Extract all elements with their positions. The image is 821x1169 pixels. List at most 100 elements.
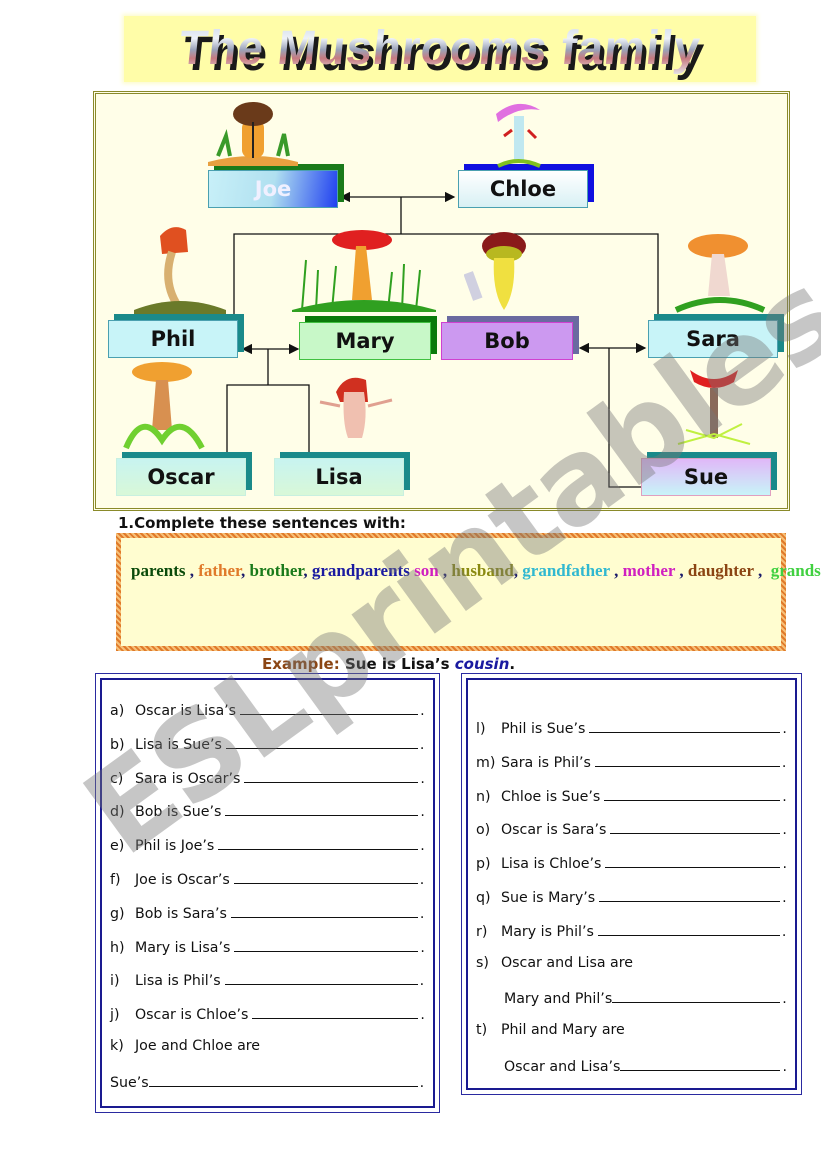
member-box-oscar: Oscar <box>116 452 252 496</box>
mary-mushroom-illustration <box>292 230 436 312</box>
question-text: Lisa is Sue’s <box>135 736 222 753</box>
question-text: Mary is Phil’s <box>501 923 594 940</box>
example-text: Sue is Lisa’s <box>344 655 450 673</box>
answer-blank[interactable] <box>620 1056 781 1071</box>
word-bank-word: husband <box>447 561 514 580</box>
question-text: Lisa is Chloe’s <box>501 856 602 873</box>
answer-blank[interactable] <box>148 1072 418 1087</box>
word-bank-word: grandfather <box>518 561 610 580</box>
question-item: o) Oscar is Sara’s. <box>476 819 787 838</box>
sentence-period: . <box>419 872 425 888</box>
sentence-period: . <box>782 991 787 1008</box>
sentence-period: . <box>419 1074 425 1091</box>
answer-blank[interactable] <box>610 819 781 835</box>
question-letter: r) <box>476 923 488 940</box>
question-text: Chloe is Sue’s <box>501 788 601 805</box>
answer-blank[interactable] <box>225 801 419 817</box>
word-bank-separator: , <box>438 561 448 580</box>
sentence-period: . <box>420 838 425 855</box>
question-letter: f) <box>110 872 121 888</box>
sentence-period: . <box>781 754 787 771</box>
question-item: g) Bob is Sara’s. <box>110 903 424 922</box>
member-box-phil: Phil <box>108 314 244 358</box>
word-bank-words: parents , father, brother, grandparents … <box>131 560 821 583</box>
member-box-bob: Bob <box>441 316 579 360</box>
member-name: Bob <box>484 329 530 353</box>
question-text: Oscar and Lisa’s <box>504 1059 621 1075</box>
questions-right-panel: l) Phil is Sue’s. m) Sara is Phil’s. n) Chloe… <box>461 673 802 1095</box>
question-item: f) Joe is Oscar’s. <box>110 869 424 888</box>
answer-blank[interactable] <box>594 752 780 767</box>
question-item: h) Mary is Lisa’s. <box>110 937 425 956</box>
member-name: Mary <box>335 329 395 353</box>
chloe-mushroom-illustration <box>496 103 541 168</box>
sentence-period: . <box>420 939 425 956</box>
answer-blank[interactable] <box>225 734 418 749</box>
question-letter: n) <box>476 788 491 805</box>
family-tree: Joe Chloe Phil Mary Bob Sara Oscar Lisa <box>93 91 790 511</box>
question-text: Oscar is Chloe’s <box>135 1007 249 1024</box>
question-item: p) Lisa is Chloe’s. <box>476 853 787 872</box>
word-bank-word: parents <box>131 561 186 580</box>
question-item: k) Joe and Chloe are <box>110 1038 260 1054</box>
question-letter: p) <box>476 856 491 873</box>
answer-blank[interactable] <box>252 1004 419 1020</box>
grandchildren-bracket <box>226 384 310 459</box>
member-box-chloe: Chloe <box>458 164 594 208</box>
question-letter: a) <box>110 703 125 719</box>
questions-left-inner: a) Oscar is Lisa’s. b) Lisa is Sue’s. c) Sara… <box>100 678 435 1108</box>
sara-mushroom-illustration <box>674 234 766 313</box>
sentence-period: . <box>782 721 787 737</box>
member-name: Oscar <box>147 465 215 489</box>
word-bank-word: grandson <box>770 561 821 580</box>
example-sentence: Example: Sue is Lisa’s cousin. <box>262 655 515 673</box>
answer-blank[interactable] <box>604 786 781 801</box>
question-letter: j) <box>110 1007 120 1024</box>
question-letter: c) <box>110 770 124 787</box>
answer-blank[interactable] <box>234 937 419 952</box>
question-letter: b) <box>110 736 125 753</box>
question-text: Mary is Lisa’s <box>135 939 231 956</box>
question-item: n) Chloe is Sue’s. <box>476 786 787 805</box>
answer-blank[interactable] <box>230 903 418 918</box>
question-letter: m) <box>476 754 496 771</box>
sue-mushroom-illustration <box>677 370 751 445</box>
lisa-mushroom-illustration <box>319 377 393 438</box>
question-item: b) Lisa is Sue’s. <box>110 734 424 753</box>
member-box-joe: Joe <box>208 164 344 208</box>
word-bank-separator: , <box>753 561 763 580</box>
question-text: Phil is Joe’s <box>135 838 215 855</box>
sentence-period: . <box>419 973 425 990</box>
answer-blank[interactable] <box>218 835 419 851</box>
question-letter: g) <box>110 905 125 922</box>
question-continuation: Sue’s. <box>110 1072 424 1091</box>
sentence-period: . <box>420 804 425 821</box>
answer-blank[interactable] <box>597 921 780 936</box>
sentence-period: . <box>420 703 425 719</box>
answer-blank[interactable] <box>224 970 418 986</box>
question-text: Lisa is Phil’s <box>135 973 221 990</box>
word-bank-separator: , <box>185 561 194 580</box>
answer-blank[interactable] <box>599 887 781 902</box>
answer-blank[interactable] <box>612 988 781 1004</box>
member-box-lisa: Lisa <box>274 452 410 496</box>
question-letter: d) <box>110 804 125 821</box>
question-letter: t) <box>476 1022 488 1039</box>
member-name: Sara <box>686 327 740 351</box>
example-label: Example: <box>262 655 340 673</box>
sentence-period: . <box>782 890 787 906</box>
question-text: Bob is Sara’s <box>135 905 227 922</box>
question-letter: e) <box>110 838 125 855</box>
answer-blank[interactable] <box>605 853 781 869</box>
question-text: Joe and Chloe are <box>135 1038 261 1054</box>
answer-blank[interactable] <box>244 768 419 783</box>
question-continuation: Oscar and Lisa’s. <box>504 1056 787 1075</box>
answer-blank[interactable] <box>240 700 419 715</box>
question-letter: o) <box>476 822 491 839</box>
joe-mushroom-illustration <box>208 102 298 166</box>
member-name: Sue <box>683 465 729 489</box>
question-item: i) Lisa is Phil’s. <box>110 970 424 989</box>
answer-blank[interactable] <box>233 869 418 884</box>
answer-blank[interactable] <box>589 718 781 733</box>
question-letter: i) <box>110 973 120 990</box>
